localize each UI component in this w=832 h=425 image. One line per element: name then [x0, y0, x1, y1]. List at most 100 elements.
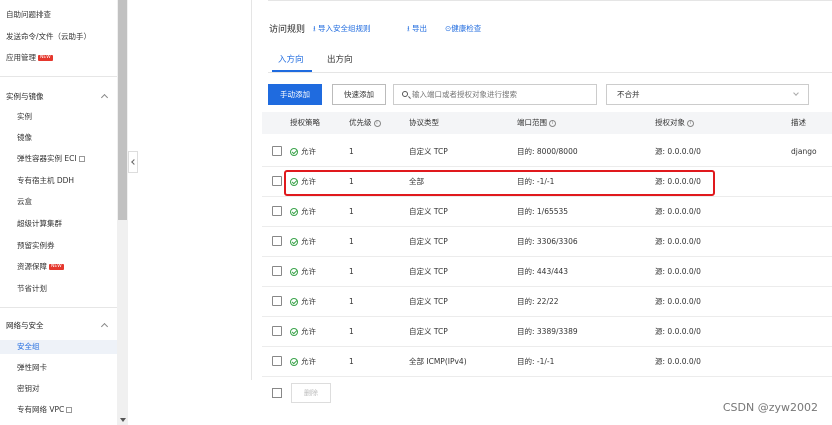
import-rules-label: 导入安全组规则 [318, 24, 371, 33]
sidebar-item-label: 密钥对 [17, 384, 40, 393]
info-icon[interactable]: i [687, 119, 694, 127]
sidebar-item-label: 发送命令/文件（云助手） [6, 32, 92, 41]
sidebar-item-reserved-instances[interactable]: 预留实例券 [17, 239, 55, 253]
sidebar-scrollbar[interactable] [117, 0, 128, 425]
sidebar-item-ddh[interactable]: 专有宿主机 DDH [17, 174, 74, 188]
sidebar-item-label: 专有网络 VPC [17, 405, 65, 414]
check-circle-icon [290, 298, 298, 306]
column-header-port-range[interactable]: 端口范围 i [517, 112, 556, 134]
cell-protocol: 自定义 TCP [409, 237, 448, 246]
row-checkbox[interactable] [272, 296, 282, 306]
health-check-button[interactable]: ⊙健康检查 [445, 23, 481, 34]
cell-priority: 1 [349, 237, 354, 246]
search-input[interactable] [412, 85, 592, 104]
info-icon[interactable]: i [373, 119, 381, 127]
sidebar-item-label: 应用管理 [6, 53, 36, 62]
scrollbar-thumb[interactable] [118, 0, 127, 220]
cell-port: 目的: -1/-1 [517, 357, 555, 366]
info-icon[interactable]: i [549, 119, 556, 127]
watermark: CSDN @zyw2002 [722, 401, 818, 414]
row-checkbox[interactable] [272, 146, 282, 156]
row-checkbox[interactable] [272, 326, 282, 336]
cell-priority: 1 [349, 147, 354, 156]
search-icon [402, 91, 408, 97]
row-checkbox[interactable] [272, 266, 282, 276]
column-header-label: 端口范围 [517, 118, 547, 127]
cell-source: 源: 0.0.0.0/0 [655, 357, 701, 366]
external-link-icon [78, 156, 85, 162]
sidebar-item-savings-plan[interactable]: 节省计划 [17, 282, 47, 296]
cell-port: 目的: 8000/8000 [517, 147, 578, 156]
row-checkbox[interactable] [272, 206, 282, 216]
quick-add-button[interactable]: 快速添加 [332, 84, 386, 105]
sidebar-item-eni[interactable]: 弹性网卡 [17, 361, 47, 375]
cell-port: 目的: 3389/3389 [517, 327, 578, 336]
row-checkbox[interactable] [272, 236, 282, 246]
column-header-priority[interactable]: 优先级 i [349, 112, 381, 134]
cell-policy: 允许 [301, 147, 316, 156]
sidebar-item-label: 弹性容器实例 ECI [17, 154, 77, 163]
tab-outbound[interactable]: 出方向 [327, 53, 353, 65]
collapse-sidebar-button[interactable] [128, 151, 138, 173]
cell-policy: 允许 [301, 357, 316, 366]
sidebar-item-label: 云盒 [17, 197, 32, 206]
sidebar-item-supercomputing[interactable]: 超级计算集群 [17, 217, 62, 231]
sidebar-item-cloud-assistant[interactable]: 发送命令/文件（云助手） [6, 30, 91, 44]
sidebar-item-vpc[interactable]: 专有网络 VPC [17, 403, 73, 417]
sidebar-group-label: 网络与安全 [6, 321, 44, 330]
sidebar-item-images[interactable]: 镜像 [17, 131, 32, 145]
cell-priority: 1 [349, 267, 354, 276]
search-box[interactable] [393, 84, 597, 105]
sidebar-divider [0, 76, 117, 77]
scroll-down-arrow-icon[interactable] [120, 418, 126, 422]
cell-priority: 1 [349, 207, 354, 216]
cell-source: 源: 0.0.0.0/0 [655, 147, 701, 156]
sidebar-item-label: 实例 [17, 112, 32, 121]
import-rules-button[interactable]: ⭳ 导入安全组规则 [313, 23, 371, 36]
sidebar-item-troubleshoot[interactable]: 自助问题排查 [6, 8, 51, 22]
cell-policy: 允许 [301, 267, 316, 276]
cell-source: 源: 0.0.0.0/0 [655, 207, 701, 216]
column-header-protocol[interactable]: 协议类型 [409, 112, 439, 134]
cell-policy: 允许 [301, 297, 316, 306]
sidebar-item-label: 超级计算集群 [17, 219, 62, 228]
column-header-policy[interactable]: 授权策略 [290, 112, 320, 134]
sidebar-item-cloud-box[interactable]: 云盒 [17, 195, 32, 209]
row-checkbox[interactable] [272, 356, 282, 366]
sidebar-item-resource-guarantee[interactable]: 资源保障 NEW [17, 260, 64, 274]
select-all-checkbox[interactable] [272, 388, 282, 398]
cell-description: django [791, 147, 817, 156]
column-header-source[interactable]: 授权对象 i [655, 112, 694, 134]
sidebar-divider [0, 307, 117, 308]
table-row: 允许 1 自定义 TCP 目的: 22/22 源: 0.0.0.0/0 [262, 287, 832, 317]
sidebar-item-instances[interactable]: 实例 [17, 110, 32, 124]
sidebar-item-label: 资源保障 [17, 262, 47, 271]
check-circle-icon [290, 328, 298, 336]
sidebar-item-key-pairs[interactable]: 密钥对 [17, 382, 40, 396]
export-label: 导出 [412, 24, 428, 33]
merge-select-value: 不合并 [617, 90, 640, 99]
manual-add-button[interactable]: 手动添加 [268, 84, 322, 105]
column-header-description[interactable]: 描述 [791, 112, 806, 134]
sidebar-item-eci[interactable]: 弹性容器实例 ECI [17, 152, 85, 166]
check-circle-icon [290, 238, 298, 246]
sidebar-item-security-group[interactable]: 安全组 [0, 340, 117, 354]
row-checkbox[interactable] [272, 176, 282, 186]
tab-inbound[interactable]: 入方向 [278, 53, 304, 65]
cell-port: 目的: 443/443 [517, 267, 569, 276]
table-row: 允许 1 自定义 TCP 目的: 443/443 源: 0.0.0.0/0 [262, 257, 832, 287]
delete-button[interactable]: 删除 [291, 383, 331, 403]
sidebar-item-app-management[interactable]: 应用管理 NEW [6, 51, 53, 65]
check-circle-icon [290, 268, 298, 276]
merge-select[interactable]: 不合并 [606, 84, 809, 105]
cell-protocol: 自定义 TCP [409, 327, 448, 336]
cell-protocol: 自定义 TCP [409, 147, 448, 156]
check-circle-icon [290, 208, 298, 216]
sidebar-item-label: 自助问题排查 [6, 10, 51, 19]
cell-protocol: 全部 ICMP(IPv4) [409, 357, 467, 366]
export-button[interactable]: ⭳ 导出 [407, 23, 427, 36]
cell-source: 源: 0.0.0.0/0 [655, 267, 701, 276]
table-row: 允许 1 自定义 TCP 目的: 8000/8000 源: 0.0.0.0/0 … [262, 137, 832, 167]
sidebar-item-label: 预留实例券 [17, 241, 55, 250]
cell-port: 目的: 3306/3306 [517, 237, 578, 246]
